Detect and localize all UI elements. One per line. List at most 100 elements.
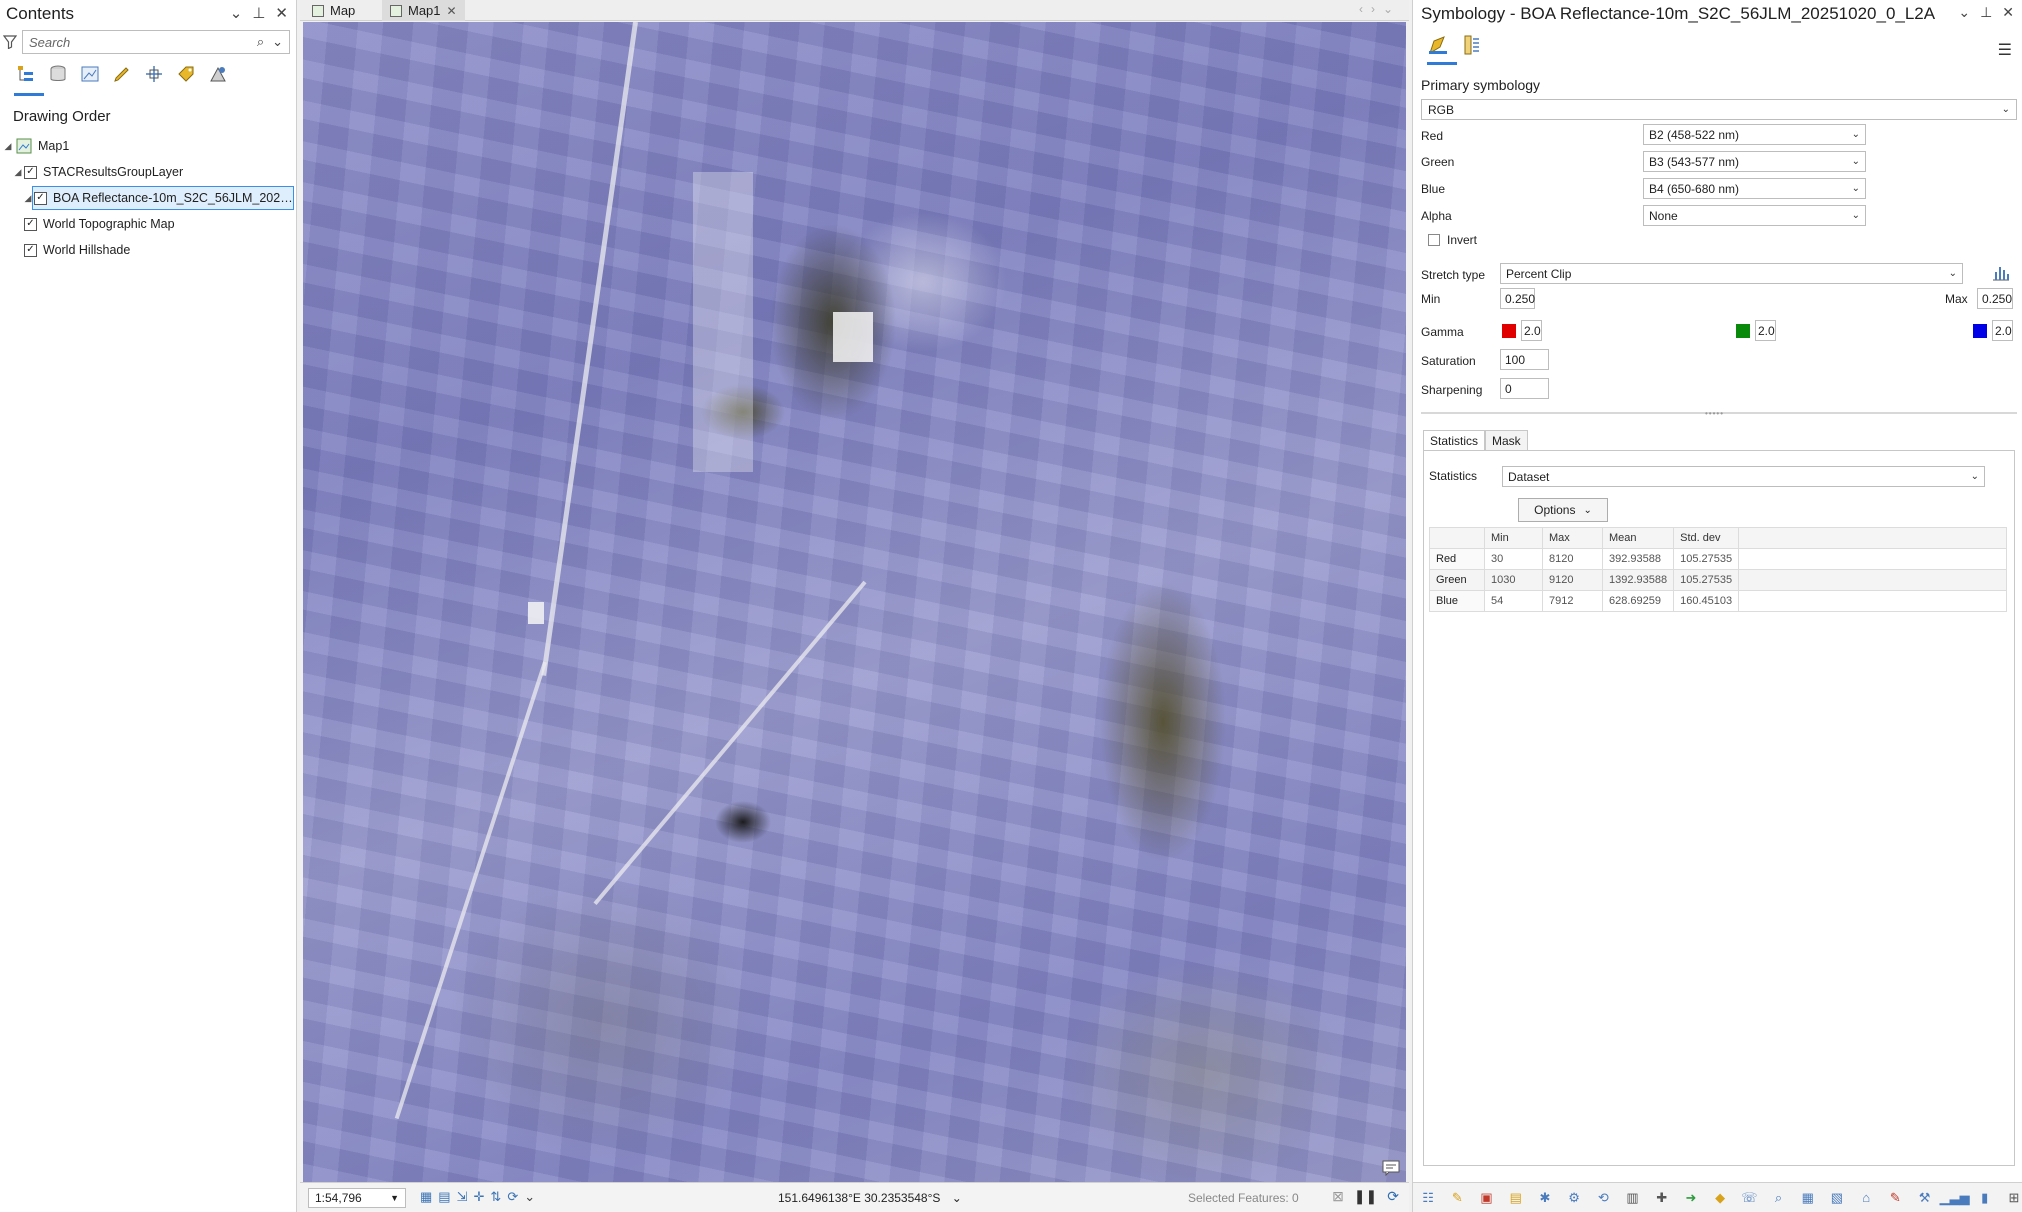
green-gamma-input[interactable]: 2.0 <box>1755 320 1776 341</box>
list-by-data-source-icon[interactable] <box>46 62 70 86</box>
scale-dropdown[interactable]: 1:54,796 ▼ <box>308 1188 406 1208</box>
layer-visibility-checkbox[interactable]: ✓ <box>24 165 37 179</box>
geoprocessing-icon[interactable]: ⚒ <box>1915 1188 1933 1208</box>
chat-icon[interactable]: ☏ <box>1740 1188 1758 1208</box>
pin-icon[interactable]: ⊥ <box>1980 4 1992 21</box>
collapse-triangle-icon[interactable]: ◢ <box>2 141 14 152</box>
refresh-map-icon[interactable]: ⟳ <box>1387 1188 1399 1205</box>
min-input[interactable]: 0.250 <box>1500 288 1535 309</box>
menu-icon[interactable]: ☰ <box>1998 40 2012 60</box>
search-options-chevron-icon[interactable]: ⌄ <box>272 34 283 50</box>
table-row[interactable]: Red 30 8120 392.93588 105.27535 <box>1429 548 2007 570</box>
table-icon[interactable]: ▤ <box>438 1189 450 1205</box>
crosshair-icon[interactable]: ✛ <box>474 1189 485 1205</box>
symbology-dock-icon[interactable]: ✎ <box>1448 1188 1466 1208</box>
tree-item-world-hillshade[interactable]: ✓ World Hillshade <box>0 237 297 263</box>
list-by-drawing-order-icon[interactable] <box>14 62 38 86</box>
stretch-type-dropdown[interactable]: Percent Clip ⌄ <box>1500 263 1963 284</box>
tab-statistics[interactable]: Statistics <box>1423 430 1486 451</box>
tab-mask[interactable]: Mask <box>1485 430 1528 451</box>
fixed-zoom-icon[interactable]: ⇲ <box>457 1189 468 1205</box>
chevron-down-icon: ⌄ <box>1851 129 1860 140</box>
arrow-right-icon[interactable]: ➜ <box>1682 1188 1700 1208</box>
tree-item-world-topographic[interactable]: ✓ World Topographic Map <box>0 211 297 237</box>
grid-icon[interactable]: ▦ <box>420 1189 432 1205</box>
blue-band-dropdown[interactable]: B4 (650-680 nm) ⌄ <box>1643 178 1866 199</box>
contents-dock-icon[interactable]: ☷ <box>1419 1188 1437 1208</box>
error-inspector-icon[interactable]: ✎ <box>1886 1188 1904 1208</box>
tab-scroll-arrows[interactable]: ‹›⌄ <box>1359 2 1401 16</box>
image-analysis-icon[interactable]: ▧ <box>1828 1188 1846 1208</box>
pin-icon[interactable]: ⊥ <box>252 4 265 22</box>
attributes-icon[interactable]: ✱ <box>1536 1188 1554 1208</box>
collapse-triangle-icon[interactable]: ◢ <box>12 167 24 178</box>
chart-icon[interactable]: ▁▃▅ <box>1940 1188 1970 1208</box>
pause-drawing-icon[interactable]: ❚❚ <box>1354 1188 1377 1205</box>
close-tab-icon[interactable]: ✕ <box>447 4 457 18</box>
comment-icon[interactable] <box>1382 1160 1400 1176</box>
chevron-down-icon[interactable]: ⌄ <box>524 1189 535 1205</box>
alpha-band-dropdown[interactable]: None ⌄ <box>1643 205 1866 226</box>
splitter-grip-icon[interactable]: ••••• <box>1705 409 1724 418</box>
primary-symbology-icon[interactable] <box>1427 34 1449 56</box>
table-row[interactable]: Blue 54 7912 628.69259 160.45103 <box>1429 590 2007 612</box>
column-header[interactable]: Max <box>1542 527 1603 549</box>
tree-item-boa-reflectance[interactable]: ◢ ✓ BOA Reflectance-10m_S2C_56JLM_202510… <box>0 185 297 211</box>
pan-north-icon[interactable]: ⇅ <box>490 1189 501 1205</box>
list-by-perspective-imagery-icon[interactable] <box>206 62 230 86</box>
saturation-input[interactable]: 100 <box>1500 349 1549 370</box>
invert-checkbox[interactable] <box>1428 234 1440 246</box>
layer-visibility-checkbox[interactable]: ✓ <box>34 191 47 205</box>
tab-map[interactable]: Map <box>304 0 363 21</box>
python-icon[interactable]: ⚙ <box>1565 1188 1583 1208</box>
search-layers-icon[interactable]: ⌕ <box>1769 1188 1787 1208</box>
labeling-icon[interactable]: ◆ <box>1711 1188 1729 1208</box>
toolbox-icon[interactable]: ▣ <box>1477 1188 1495 1208</box>
catalog-icon[interactable]: ▤ <box>1507 1188 1525 1208</box>
masking-icon[interactable] <box>1461 34 1483 56</box>
green-band-dropdown[interactable]: B3 (543-577 nm) ⌄ <box>1643 151 1866 172</box>
layer-visibility-checkbox[interactable]: ✓ <box>24 217 37 231</box>
history-icon[interactable]: ⟲ <box>1594 1188 1612 1208</box>
statistics-dropdown[interactable]: Dataset ⌄ <box>1502 466 1985 487</box>
table-row[interactable]: Green 1030 9120 1392.93588 105.27535 <box>1429 569 2007 591</box>
search-icon[interactable]: ⌕ <box>257 34 264 50</box>
list-by-labeling-icon[interactable] <box>174 62 198 86</box>
histogram-icon[interactable] <box>1991 262 2011 282</box>
tree-item-map1[interactable]: ◢ Map1 <box>0 133 297 159</box>
list-by-editing-icon[interactable] <box>110 62 134 86</box>
raster-functions-icon[interactable]: ▦ <box>1799 1188 1817 1208</box>
list-by-snapping-icon[interactable] <box>142 62 166 86</box>
chevron-down-icon[interactable]: ⌄ <box>1958 4 1970 21</box>
more-tools-icon[interactable]: ⊞ <box>2005 1188 2022 1208</box>
bar-chart-icon[interactable]: ▮ <box>1976 1188 1994 1208</box>
red-band-dropdown[interactable]: B2 (458-522 nm) ⌄ <box>1643 124 1866 145</box>
tab-map1[interactable]: Map1 ✕ <box>382 0 465 21</box>
column-header[interactable]: Mean <box>1601 527 1675 549</box>
close-icon[interactable]: ✕ <box>275 4 288 22</box>
tree-item-group-layer[interactable]: ◢ ✓ STACResultsGroupLayer <box>0 159 297 185</box>
chevron-down-icon[interactable]: ⌄ <box>952 1191 962 1205</box>
collapse-triangle-icon[interactable]: ◢ <box>22 193 34 204</box>
filter-icon[interactable] <box>3 35 17 49</box>
column-header[interactable]: Std. dev <box>1673 527 1740 549</box>
search-input[interactable]: Search ⌕ ⌄ <box>22 30 290 54</box>
blue-gamma-input[interactable]: 2.0 <box>1992 320 2013 341</box>
map-canvas[interactable] <box>303 22 1406 1182</box>
list-by-selection-icon[interactable] <box>78 62 102 86</box>
sharpening-input[interactable]: 0 <box>1500 378 1549 399</box>
red-gamma-input[interactable]: 2.0 <box>1521 320 1542 341</box>
max-input[interactable]: 0.250 <box>1977 288 2013 309</box>
layout-icon[interactable]: ▥ <box>1623 1188 1641 1208</box>
column-header[interactable]: Min <box>1484 527 1543 549</box>
chevron-down-icon[interactable]: ⌄ <box>230 4 243 22</box>
create-features-icon[interactable]: ✚ <box>1653 1188 1671 1208</box>
clear-selection-icon[interactable]: ⊠ <box>1332 1188 1344 1205</box>
refresh-icon[interactable]: ⟳ <box>507 1189 518 1205</box>
primary-symbology-dropdown[interactable]: RGB ⌄ <box>1421 99 2017 120</box>
learning-icon[interactable]: ⌂ <box>1857 1188 1875 1208</box>
close-icon[interactable]: ✕ <box>2002 4 2014 21</box>
options-button[interactable]: Options ⌄ <box>1518 498 1608 522</box>
tree-item-label: BOA Reflectance-10m_S2C_56JLM_2025102... <box>53 191 293 205</box>
layer-visibility-checkbox[interactable]: ✓ <box>24 243 37 257</box>
